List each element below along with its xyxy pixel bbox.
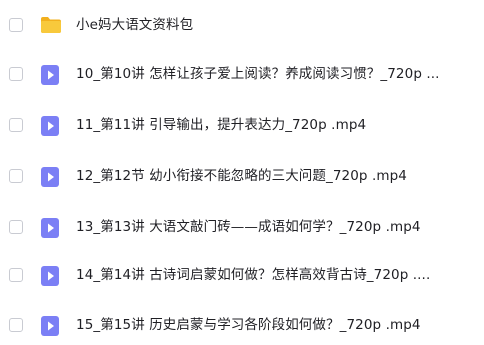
- row-checkbox[interactable]: [9, 268, 23, 282]
- row-checkbox[interactable]: [9, 18, 23, 32]
- folder-icon: [40, 15, 61, 35]
- file-name[interactable]: 11_第11讲 引导输出，提升表达力_720p .mp4: [76, 116, 476, 134]
- video-file-icon: [40, 64, 60, 85]
- row-checkbox[interactable]: [9, 220, 23, 234]
- file-list: 小e妈大语文资料包 10_第10讲 怎样让孩子爱上阅读？养成阅读习惯？_720p…: [0, 0, 484, 336]
- list-item-video[interactable]: 12_第12节 幼小衔接不能忽略的三大问题_720p .mp4: [0, 156, 484, 196]
- video-file-icon: [40, 166, 60, 187]
- list-item-video[interactable]: 11_第11讲 引导输出，提升表达力_720p .mp4: [0, 105, 484, 145]
- video-file-icon: [40, 115, 60, 136]
- file-name[interactable]: 12_第12节 幼小衔接不能忽略的三大问题_720p .mp4: [76, 167, 476, 185]
- file-name[interactable]: 小e妈大语文资料包: [76, 16, 476, 34]
- video-file-icon: [40, 265, 60, 286]
- list-item-video[interactable]: 14_第14讲 古诗词启蒙如何做？怎样高效背古诗_720p ....: [0, 255, 484, 295]
- file-name[interactable]: 15_第15讲 历史启蒙与学习各阶段如何做？_720p .mp4: [76, 316, 476, 334]
- video-file-icon: [40, 217, 60, 238]
- video-file-icon: [40, 315, 60, 336]
- file-name[interactable]: 13_第13讲 大语文敲门砖——成语如何学？_720p .mp4: [76, 218, 476, 236]
- row-checkbox[interactable]: [9, 118, 23, 132]
- list-item-video[interactable]: 15_第15讲 历史启蒙与学习各阶段如何做？_720p .mp4: [0, 305, 484, 345]
- row-checkbox[interactable]: [9, 67, 23, 81]
- file-name[interactable]: 14_第14讲 古诗词启蒙如何做？怎样高效背古诗_720p ....: [76, 266, 476, 284]
- list-item-video[interactable]: 13_第13讲 大语文敲门砖——成语如何学？_720p .mp4: [0, 207, 484, 247]
- row-checkbox[interactable]: [9, 169, 23, 183]
- list-item-video[interactable]: 10_第10讲 怎样让孩子爱上阅读？养成阅读习惯？_720p ...: [0, 54, 484, 94]
- file-name[interactable]: 10_第10讲 怎样让孩子爱上阅读？养成阅读习惯？_720p ...: [76, 65, 476, 83]
- list-item-folder[interactable]: 小e妈大语文资料包: [0, 5, 484, 45]
